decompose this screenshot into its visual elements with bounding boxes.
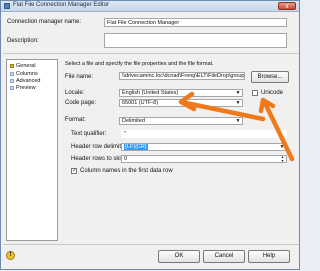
code-page-value: 65001 (UTF-8) xyxy=(122,100,159,106)
locale-value: English (United States) xyxy=(122,90,179,96)
nav-item-label: Advanced xyxy=(16,78,41,84)
arrow-head-unicode xyxy=(258,97,276,114)
text-qualifier-label: Text qualifier: xyxy=(71,131,107,137)
connection-manager-editor-window: Flat File Connection Manager Editor x Co… xyxy=(0,0,300,270)
unicode-checkbox[interactable] xyxy=(252,90,258,96)
chevron-down-icon: ▼ xyxy=(279,144,285,150)
locale-combo[interactable]: English (United States) ▼ xyxy=(119,89,243,97)
page-nav: General Columns Advanced Preview xyxy=(6,59,58,241)
browse-button[interactable]: Browse... xyxy=(251,71,289,83)
column-names-label: Column names in the first data row xyxy=(80,168,173,174)
nav-item-label: Preview xyxy=(16,85,36,91)
help-button[interactable]: Help xyxy=(248,250,290,263)
format-label: Format: xyxy=(65,117,86,123)
description-field[interactable] xyxy=(104,33,287,48)
format-value: Delimited xyxy=(122,118,145,124)
spin-arrows-icon[interactable]: ▲ ▼ xyxy=(280,156,285,162)
connection-name-field[interactable]: Flat File Connection Manager xyxy=(104,18,287,27)
format-combo[interactable]: Delimited ▼ xyxy=(119,117,243,125)
window-title: Flat File Connection Manager Editor xyxy=(13,2,110,8)
nav-item-advanced[interactable]: Advanced xyxy=(10,78,40,84)
close-button[interactable]: x xyxy=(278,2,296,10)
file-name-label: File name: xyxy=(65,74,94,80)
nav-item-columns[interactable]: Columns xyxy=(10,71,38,77)
chevron-down-icon: ▼ xyxy=(235,118,241,124)
app-icon xyxy=(4,3,10,9)
text-qualifier-field[interactable]: " xyxy=(121,130,287,138)
footer-separator xyxy=(3,244,299,245)
nav-item-label: Columns xyxy=(16,71,38,77)
header-delimiter-label: Header row delimiter: xyxy=(71,144,129,150)
nav-item-preview[interactable]: Preview xyxy=(10,85,36,91)
connection-name-label: Connection manager name: xyxy=(7,19,82,25)
preview-icon xyxy=(10,85,14,90)
header-delimiter-combo[interactable]: {LF}{CR} ▼ xyxy=(121,143,287,151)
nav-item-general[interactable]: General xyxy=(10,63,36,69)
code-page-combo[interactable]: 65001 (UTF-8) ▼ xyxy=(119,99,243,107)
nav-item-label: General xyxy=(16,63,36,69)
columns-icon xyxy=(10,71,14,76)
file-name-field[interactable]: \\drivecaminc.loc\dcnad\Freng\ELT\FileDr… xyxy=(119,72,245,80)
header-skip-value: 0 xyxy=(124,156,128,162)
header-skip-label: Header rows to skip: xyxy=(71,156,126,162)
warning-icon: ! xyxy=(6,251,15,260)
advanced-icon xyxy=(10,78,14,83)
locale-label: Locale: xyxy=(65,90,85,96)
ok-button[interactable]: OK xyxy=(158,250,200,263)
code-page-label: Code page: xyxy=(65,100,97,106)
chevron-down-icon: ▼ xyxy=(235,100,241,106)
chevron-down-icon: ▼ xyxy=(235,90,241,96)
unicode-label: Unicode xyxy=(261,90,284,96)
instruction-text: Select a file and specify the file prope… xyxy=(65,61,214,67)
header-delimiter-value: {LF}{CR} xyxy=(124,144,148,150)
general-icon xyxy=(10,63,14,68)
title-bar[interactable]: Flat File Connection Manager Editor x xyxy=(1,1,299,12)
header-skip-stepper[interactable]: 0 ▲ ▼ xyxy=(121,155,287,163)
header-separator xyxy=(3,53,299,54)
cancel-button[interactable]: Cancel xyxy=(203,250,245,263)
column-names-checkbox[interactable] xyxy=(71,167,77,174)
description-label: Description: xyxy=(7,38,39,44)
